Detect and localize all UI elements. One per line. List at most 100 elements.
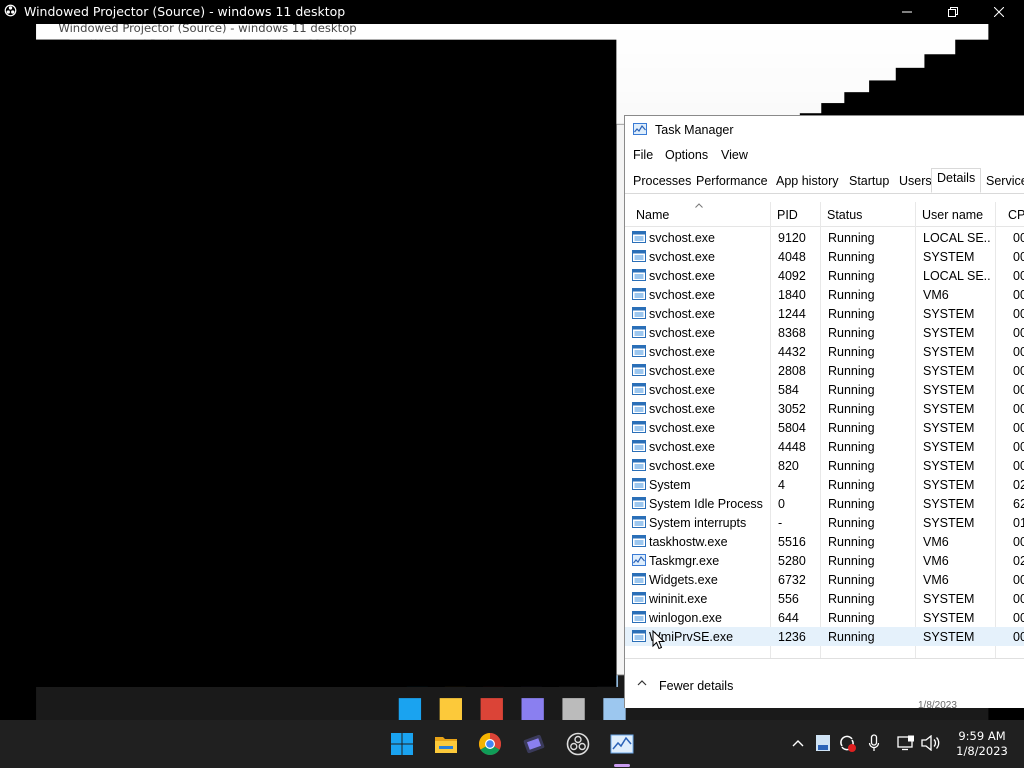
system-clock[interactable]: 9:59 AM 1/8/2023: [950, 729, 1014, 759]
ghost-taskbar-date: 1/8/2023: [918, 700, 957, 711]
table-row[interactable]: System 4 Running SYSTEM 02: [625, 475, 1024, 494]
cell-cpu: 00: [1013, 307, 1024, 321]
table-row[interactable]: taskhostw.exe 5516 Running VM6 00: [625, 532, 1024, 551]
cell-pid: 4432: [778, 345, 806, 359]
fewer-details-button[interactable]: Fewer details: [659, 679, 733, 693]
table-row[interactable]: WmiPrvSE.exe 1236 Running SYSTEM 00: [625, 627, 1024, 646]
cell-cpu: 00: [1013, 402, 1024, 416]
cell-pid: 4048: [778, 250, 806, 264]
cell-user: VM6: [923, 554, 949, 568]
process-icon: [632, 630, 646, 642]
table-row[interactable]: svchost.exe 3052 Running SYSTEM 00: [625, 399, 1024, 418]
cell-cpu: 00: [1013, 421, 1024, 435]
process-icon: [632, 402, 646, 414]
tab-details[interactable]: Details: [931, 168, 982, 193]
tab-users[interactable]: Users: [899, 174, 932, 188]
table-row[interactable]: svchost.exe 1244 Running SYSTEM 00: [625, 304, 1024, 323]
volume-icon[interactable]: [921, 735, 941, 751]
cell-user: SYSTEM: [923, 516, 975, 530]
cell-cpu: 00: [1013, 440, 1024, 454]
column-header-name[interactable]: Name: [636, 208, 669, 222]
windows-start-icon[interactable]: [390, 732, 414, 756]
column-header-pid[interactable]: PID: [777, 208, 798, 222]
tab-app-history[interactable]: App history: [776, 174, 839, 188]
process-icon: [632, 459, 646, 471]
process-icon: [632, 288, 646, 300]
cell-user: SYSTEM: [923, 421, 975, 435]
table-row[interactable]: winlogon.exe 644 Running SYSTEM 00: [625, 608, 1024, 627]
table-row[interactable]: svchost.exe 584 Running SYSTEM 00: [625, 380, 1024, 399]
table-row[interactable]: svchost.exe 8368 Running SYSTEM 00: [625, 323, 1024, 342]
cell-pid: 3052: [778, 402, 806, 416]
task-manager-title-bar[interactable]: Task Manager: [625, 116, 1024, 144]
display-icon[interactable]: [897, 735, 915, 751]
table-row[interactable]: svchost.exe 4448 Running SYSTEM 00: [625, 437, 1024, 456]
table-row[interactable]: svchost.exe 9120 Running LOCAL SE... 00: [625, 228, 1024, 247]
tab-services[interactable]: Service: [986, 174, 1024, 188]
cell-user: SYSTEM: [923, 630, 975, 644]
table-row[interactable]: Widgets.exe 6732 Running VM6 00: [625, 570, 1024, 589]
cell-status: Running: [828, 554, 875, 568]
close-icon: [994, 7, 1004, 17]
process-icon: [632, 592, 646, 604]
cell-name: svchost.exe: [649, 459, 716, 473]
menu-file[interactable]: File: [633, 148, 653, 162]
sync-icon[interactable]: [838, 734, 856, 752]
table-row[interactable]: svchost.exe 4432 Running SYSTEM 00: [625, 342, 1024, 361]
cell-name: System Idle Process: [649, 497, 763, 511]
cell-name: svchost.exe: [649, 231, 716, 245]
cell-status: Running: [828, 269, 875, 283]
chevron-up-icon[interactable]: [792, 738, 804, 748]
menu-view[interactable]: View: [721, 148, 748, 162]
cell-status: Running: [828, 630, 875, 644]
cell-status: Running: [828, 250, 875, 264]
close-button[interactable]: [976, 0, 1022, 24]
restore-button[interactable]: [930, 0, 976, 24]
process-icon: [632, 269, 646, 281]
chrome-icon[interactable]: [478, 732, 502, 756]
minimize-button[interactable]: [884, 0, 930, 24]
clock-date: 1/8/2023: [956, 744, 1008, 758]
network-adapter-icon[interactable]: [815, 734, 831, 752]
projector-title-bar[interactable]: Windowed Projector (Source) - windows 11…: [0, 0, 1024, 24]
video-editor-icon[interactable]: [522, 732, 546, 756]
table-row[interactable]: svchost.exe 1840 Running VM6 00: [625, 285, 1024, 304]
task-manager-window[interactable]: Task Manager File Options View Processes…: [624, 115, 1024, 708]
cell-cpu: 00: [1013, 611, 1024, 625]
file-explorer-icon[interactable]: [434, 732, 458, 756]
cell-cpu: 00: [1013, 535, 1024, 549]
tab-processes[interactable]: Processes: [633, 174, 691, 188]
column-header-user-name[interactable]: User name: [922, 208, 983, 222]
cell-pid: 584: [778, 383, 799, 397]
table-row[interactable]: svchost.exe 820 Running SYSTEM 00: [625, 456, 1024, 475]
task-manager-title: Task Manager: [655, 123, 734, 137]
obs-icon[interactable]: [566, 732, 590, 756]
cell-status: Running: [828, 573, 875, 587]
table-row[interactable]: svchost.exe 4048 Running SYSTEM 00: [625, 247, 1024, 266]
microphone-icon[interactable]: [868, 734, 880, 752]
table-row[interactable]: System interrupts - Running SYSTEM 01: [625, 513, 1024, 532]
cell-pid: 9120: [778, 231, 806, 245]
process-icon: [632, 250, 646, 262]
column-header-status[interactable]: Status: [827, 208, 862, 222]
table-row[interactable]: wininit.exe 556 Running SYSTEM 00: [625, 589, 1024, 608]
task-manager-taskbar-icon[interactable]: [610, 732, 634, 756]
clock-time: 9:59 AM: [958, 729, 1006, 743]
table-row[interactable]: svchost.exe 4092 Running LOCAL SE... 00: [625, 266, 1024, 285]
cell-cpu: 02: [1013, 478, 1024, 492]
process-icon: [632, 364, 646, 376]
table-row[interactable]: System Idle Process 0 Running SYSTEM 62: [625, 494, 1024, 513]
cell-name: svchost.exe: [649, 364, 716, 378]
table-row[interactable]: svchost.exe 2808 Running SYSTEM 00: [625, 361, 1024, 380]
table-row[interactable]: Taskmgr.exe 5280 Running VM6 02: [625, 551, 1024, 570]
cell-name: svchost.exe: [649, 440, 716, 454]
task-manager-icon: [633, 123, 647, 135]
menu-options[interactable]: Options: [665, 148, 708, 162]
column-header-cpu[interactable]: CPU: [1008, 208, 1024, 222]
cell-status: Running: [828, 345, 875, 359]
tab-performance[interactable]: Performance: [696, 174, 768, 188]
cell-pid: 644: [778, 611, 799, 625]
tab-startup[interactable]: Startup: [849, 174, 889, 188]
chevron-up-icon: [637, 680, 647, 686]
table-row[interactable]: svchost.exe 5804 Running SYSTEM 00: [625, 418, 1024, 437]
